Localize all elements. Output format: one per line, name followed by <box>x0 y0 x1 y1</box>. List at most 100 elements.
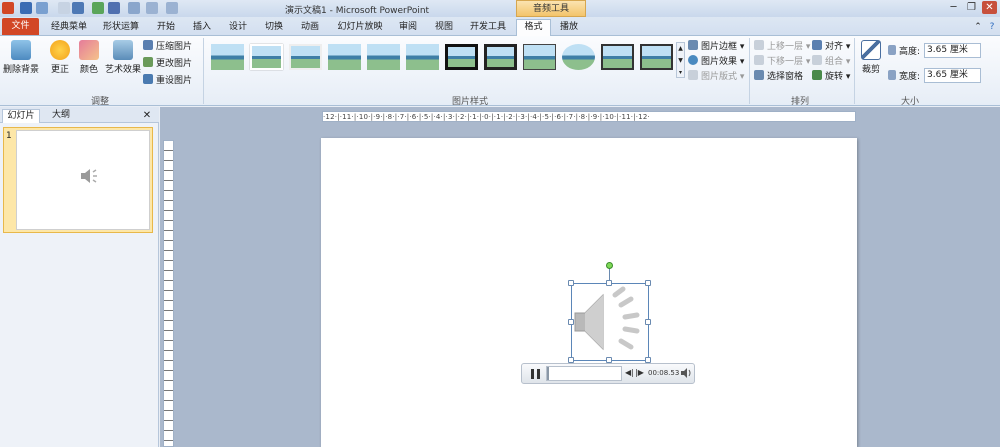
tab-shape-ops[interactable]: 形状运算 <box>96 20 146 36</box>
picture-effects-button[interactable]: 图片效果 ▾ <box>688 55 744 68</box>
color-button[interactable]: 颜色 <box>76 40 102 75</box>
title-bar <box>0 0 1000 17</box>
chevron-down-icon[interactable] <box>166 2 178 14</box>
resize-handle[interactable] <box>645 319 651 325</box>
sun-icon <box>50 40 70 60</box>
tab-view[interactable]: 视图 <box>428 20 460 36</box>
tab-transitions[interactable]: 切换 <box>258 20 290 36</box>
change-picture-button[interactable]: 更改图片 <box>143 57 192 70</box>
rotate-button[interactable]: 旋转 ▾ <box>812 70 850 83</box>
bring-forward-button[interactable]: 上移一层 ▾ <box>754 40 810 53</box>
tab-developer[interactable]: 开发工具 <box>464 20 512 36</box>
send-backward-button[interactable]: 下移一层 ▾ <box>754 55 810 68</box>
panel-tabs: 幻灯片 大纲 ✕ <box>0 107 159 123</box>
tab-format[interactable]: 格式 <box>516 19 551 36</box>
ribbon: 删除背景 更正 颜色 艺术效果 压缩图片 更改图片 重设图片 调整 ▲ ▼ ▾ 图片… <box>0 36 1000 107</box>
tab-classic-menu[interactable]: 经典菜单 <box>44 20 94 36</box>
powerpoint-logo-icon <box>2 2 14 14</box>
style-thumb[interactable] <box>211 44 244 70</box>
group-separator <box>749 38 750 104</box>
help-icon[interactable]: ? <box>986 20 998 36</box>
ribbon-collapse-icon[interactable]: ⌃ <box>972 20 984 36</box>
document-title: 演示文稿1 - Microsoft PowerPoint <box>285 6 430 16</box>
minimize-icon[interactable]: ─ <box>946 1 961 14</box>
height-input[interactable]: 3.65 厘米 <box>924 43 981 58</box>
picture-layout-button[interactable]: 图片版式 ▾ <box>688 70 744 83</box>
style-thumb[interactable] <box>601 44 634 70</box>
rotate-handle[interactable] <box>606 262 613 269</box>
style-thumb[interactable] <box>406 44 439 70</box>
tab-playback[interactable]: 播放 <box>553 20 585 36</box>
style-thumb[interactable] <box>367 44 400 70</box>
tab-insert[interactable]: 插入 <box>186 20 218 36</box>
volume-icon[interactable] <box>680 367 692 379</box>
skip-back-icon[interactable]: ◀| <box>625 368 634 377</box>
width-input[interactable]: 3.65 厘米 <box>924 68 981 83</box>
tab-slideshow[interactable]: 幻灯片放映 <box>332 20 388 36</box>
compress-pictures-button[interactable]: 压缩图片 <box>143 40 192 53</box>
speaker-icon <box>81 169 97 183</box>
style-thumb[interactable] <box>328 44 361 70</box>
style-thumb[interactable] <box>484 44 517 70</box>
artistic-effects-button[interactable]: 艺术效果 <box>104 40 142 75</box>
style-thumb[interactable] <box>445 44 478 70</box>
pause-icon[interactable] <box>531 369 540 379</box>
group-label-size: 大小 <box>900 97 919 107</box>
bring-forward-icon <box>754 40 764 50</box>
compress-icon <box>143 40 153 50</box>
style-thumb[interactable] <box>250 44 283 70</box>
picture-border-button[interactable]: 图片边框 ▾ <box>688 40 744 53</box>
gallery-scroll[interactable]: ▲ ▼ ▾ <box>676 42 685 78</box>
undo-icon[interactable] <box>36 2 48 14</box>
selection-pane-icon <box>754 70 764 80</box>
style-thumb[interactable] <box>289 44 322 70</box>
width-icon <box>888 70 896 80</box>
tab-slides[interactable]: 幻灯片 <box>2 109 40 123</box>
resize-handle[interactable] <box>568 280 574 286</box>
resize-handle[interactable] <box>606 280 612 286</box>
group-button[interactable]: 组合 ▾ <box>812 55 850 68</box>
style-thumb[interactable] <box>562 44 595 70</box>
print-icon[interactable] <box>72 2 84 14</box>
rotate-icon <box>812 70 822 80</box>
save-icon[interactable] <box>20 2 32 14</box>
picture-effects-icon <box>688 55 698 65</box>
skip-forward-icon[interactable]: |▶ <box>635 368 644 377</box>
audio-tools-label: 音频工具 <box>516 0 586 17</box>
corrections-button[interactable]: 更正 <box>46 40 74 75</box>
redo-icon[interactable] <box>58 2 70 14</box>
slideshow-icon[interactable] <box>108 2 120 14</box>
style-thumb[interactable] <box>640 44 673 70</box>
resize-handle[interactable] <box>645 280 651 286</box>
audio-object[interactable] <box>571 283 649 361</box>
align-button[interactable]: 对齐 ▾ <box>812 40 850 53</box>
resize-handle[interactable] <box>568 319 574 325</box>
tab-animations[interactable]: 动画 <box>294 20 326 36</box>
style-thumb[interactable] <box>523 44 556 70</box>
new-icon[interactable] <box>92 2 104 14</box>
close-panel-icon[interactable]: ✕ <box>140 109 154 123</box>
spell-icon[interactable] <box>128 2 140 14</box>
crop-button[interactable]: 裁剪 <box>858 40 884 75</box>
reset-picture-button[interactable]: 重设图片 <box>143 74 192 87</box>
open-icon[interactable] <box>146 2 158 14</box>
close-icon[interactable]: ✕ <box>982 1 997 14</box>
slide-thumbnail[interactable] <box>16 130 150 230</box>
tab-design[interactable]: 设计 <box>222 20 254 36</box>
tab-review[interactable]: 审阅 <box>392 20 424 36</box>
speaker-icon <box>574 286 640 351</box>
tab-file[interactable]: 文件 <box>2 18 39 35</box>
maximize-icon[interactable]: ❐ <box>964 1 979 14</box>
tab-home[interactable]: 开始 <box>150 20 182 36</box>
remove-background-button[interactable]: 删除背景 <box>2 40 40 75</box>
horizontal-ruler: ·12·|·11·|·10·|·9·|·8·|·7·|·6·|·5·|·4·|·… <box>322 111 856 122</box>
change-picture-icon <box>143 57 153 67</box>
tab-outline[interactable]: 大纲 <box>42 109 80 123</box>
remove-background-icon <box>11 40 31 60</box>
group-icon <box>812 55 822 65</box>
color-icon <box>79 40 99 60</box>
progress-track[interactable] <box>546 366 622 381</box>
group-label-adjust: 调整 <box>90 97 109 107</box>
vertical-ruler <box>163 140 174 447</box>
selection-pane-button[interactable]: 选择窗格 <box>754 70 803 83</box>
